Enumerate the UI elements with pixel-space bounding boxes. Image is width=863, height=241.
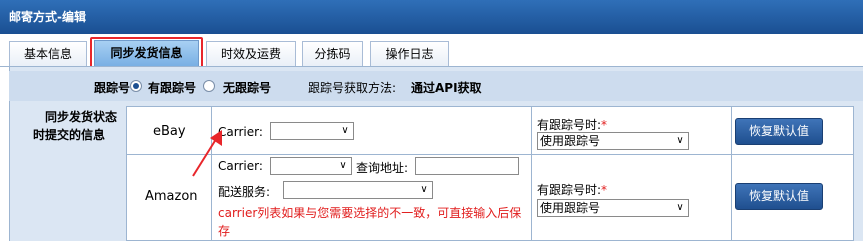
amazon-tracking-select-value: 使用跟踪号 [540, 201, 601, 215]
chevron-down-icon: ∨ [676, 135, 684, 146]
radio-with-tracking-label[interactable]: 有跟踪号 [148, 79, 196, 96]
grid-col-divider-2 [531, 106, 532, 241]
ebay-tracking-select-value: 使用跟踪号 [540, 134, 601, 148]
radio-with-tracking[interactable] [130, 80, 142, 92]
amazon-right-label-text: 有跟踪号时: [537, 183, 602, 197]
tracking-label: 跟踪号 [94, 81, 131, 95]
chevron-down-icon: ∨ [420, 184, 428, 195]
amazon-query-address-input[interactable] [415, 157, 519, 175]
tracking-method-label: 跟踪号获取方法: [308, 81, 397, 95]
ebay-carrier-select[interactable]: ∨ [270, 122, 354, 140]
platform-name-ebay: eBay [153, 124, 186, 139]
ebay-tracking-select[interactable]: 使用跟踪号 ∨ [537, 132, 689, 150]
amazon-right-label: 有跟踪号时:* [537, 181, 607, 198]
ebay-right-label: 有跟踪号时:* [537, 116, 607, 133]
tab-timeliness-freight[interactable]: 时效及运费 [206, 41, 296, 67]
section-label-line1: 同步发货状态 [45, 110, 118, 124]
amazon-restore-default-button[interactable]: 恢复默认值 [735, 183, 823, 210]
amazon-tracking-select[interactable]: 使用跟踪号 ∨ [537, 199, 689, 217]
radio-without-tracking-label[interactable]: 无跟踪号 [223, 79, 271, 96]
grid-col-divider-3 [731, 106, 732, 241]
amazon-carrier-label: Carrier: [218, 159, 263, 173]
amazon-query-address-label: 查询地址: [356, 161, 409, 175]
tab-sort-code[interactable]: 分拣码 [302, 41, 363, 67]
grid-row-divider [126, 154, 854, 155]
tracking-method-value: 通过API获取 [411, 81, 482, 95]
amazon-carrier-note: carrier列表如果与您需要选择的不一致，可直接输入后保存 [218, 206, 522, 238]
ebay-right-label-text: 有跟踪号时: [537, 118, 602, 132]
ebay-required-mark: * [601, 118, 608, 132]
window-title: 邮寄方式-编辑 [0, 0, 863, 34]
chevron-down-icon: ∨ [341, 125, 349, 136]
section-label-line2: 时提交的信息 [33, 128, 106, 142]
radio-without-tracking[interactable] [203, 80, 215, 92]
ebay-restore-default-button[interactable]: 恢复默认值 [735, 118, 823, 145]
tab-basic-info[interactable]: 基本信息 [9, 41, 87, 67]
amazon-service-label: 配送服务: [218, 185, 271, 199]
amazon-service-select[interactable]: ∨ [283, 181, 433, 199]
amazon-carrier-select[interactable]: ∨ [270, 157, 352, 175]
amazon-required-mark: * [601, 183, 608, 197]
tab-operation-log[interactable]: 操作日志 [370, 41, 449, 67]
platform-name-amazon: Amazon [145, 189, 198, 204]
chevron-down-icon: ∨ [339, 160, 347, 171]
chevron-down-icon: ∨ [676, 202, 684, 213]
